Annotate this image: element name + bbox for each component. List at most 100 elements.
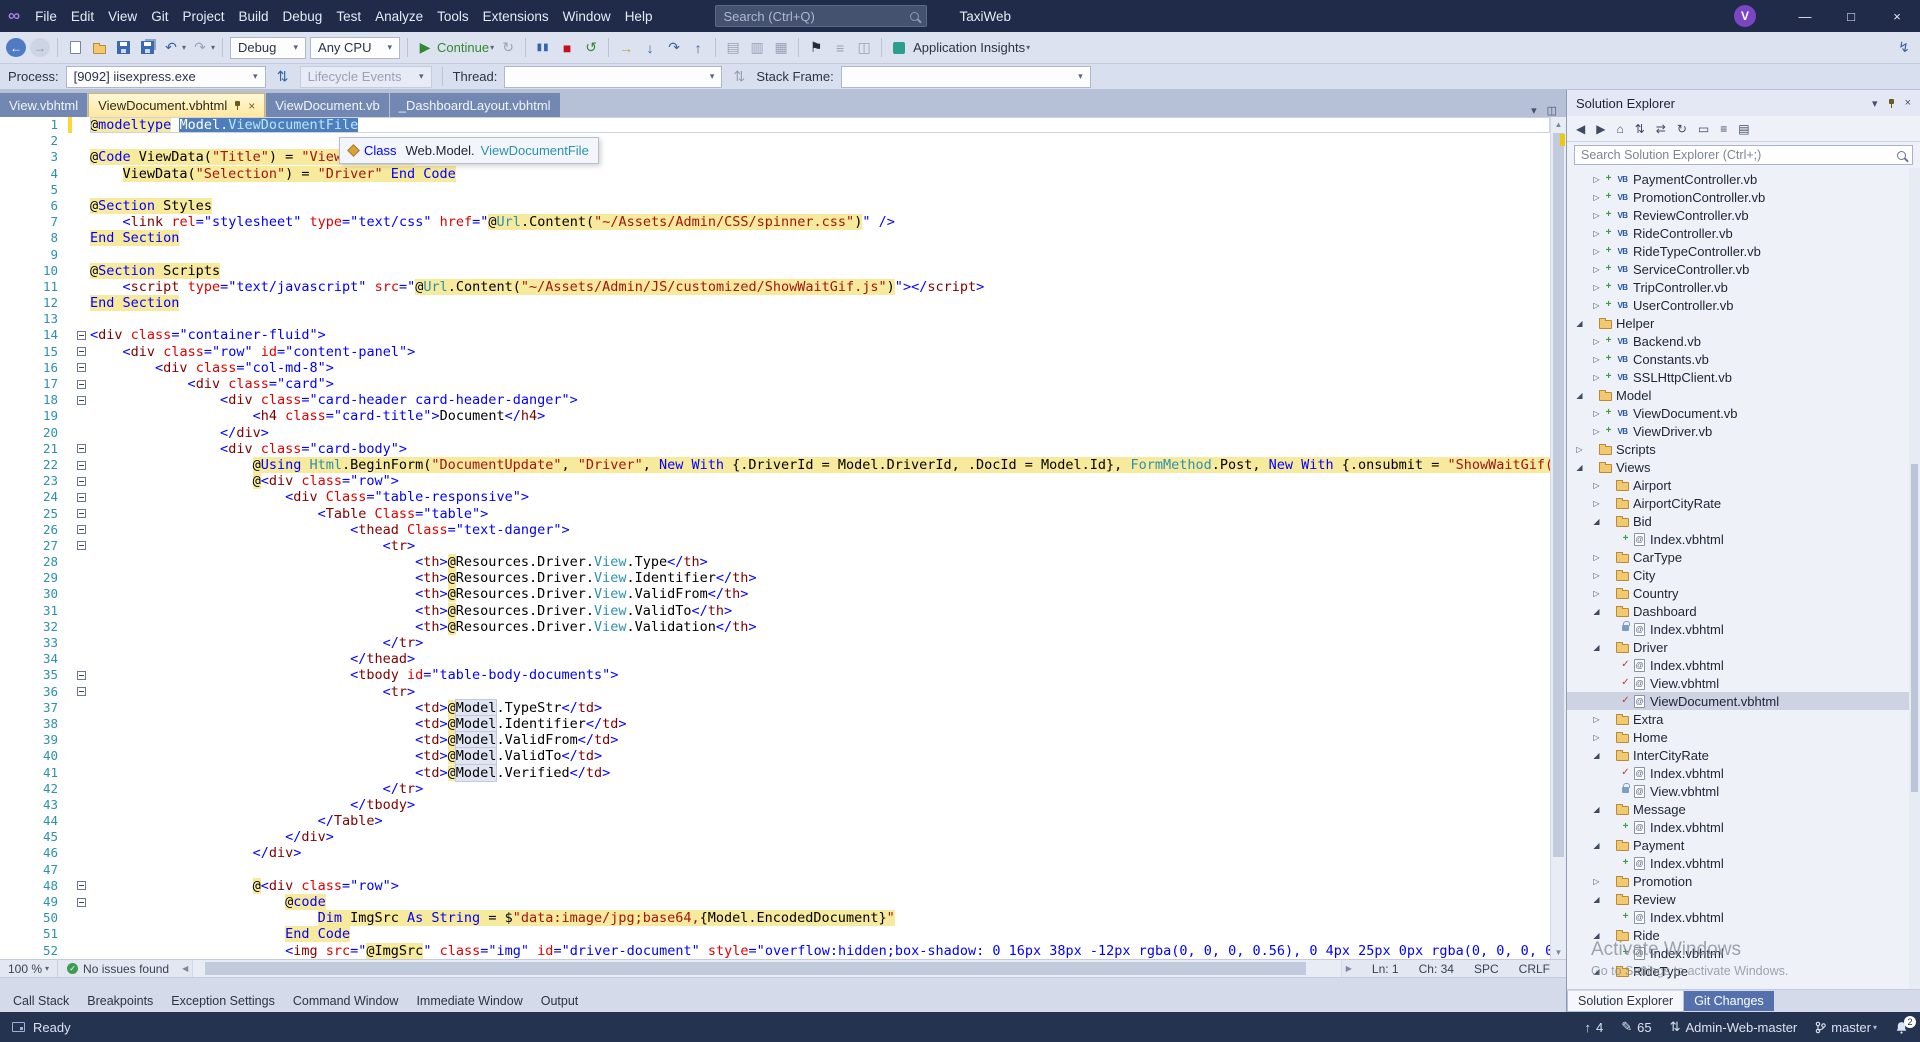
tree-item-paymentcontroller-vb[interactable]: ▷ + VB PaymentController.vb xyxy=(1567,170,1920,188)
breakpoint-margin[interactable] xyxy=(0,489,22,505)
code-line[interactable]: 9 xyxy=(0,247,1550,263)
continue-caret-icon[interactable]: ▾ xyxy=(490,43,494,52)
breakpoint-margin[interactable] xyxy=(0,327,22,343)
code-text[interactable]: <th>@Resources.Driver.View.ValidFrom</th… xyxy=(90,586,1550,603)
line-number[interactable]: 52 xyxy=(22,943,68,959)
code-text[interactable]: End Code xyxy=(90,926,1550,943)
breakpoint-margin[interactable] xyxy=(0,311,22,327)
fold-collapse-icon[interactable] xyxy=(76,476,86,486)
fold-margin[interactable] xyxy=(72,878,90,894)
tree-item-index-vbhtml[interactable]: + @ Index.vbhtml xyxy=(1567,530,1920,548)
tree-item-index-vbhtml[interactable]: + @ Index.vbhtml xyxy=(1567,944,1920,962)
line-number[interactable]: 18 xyxy=(22,392,68,408)
tree-item-promotioncontroller-vb[interactable]: ▷ + VB PromotionController.vb xyxy=(1567,188,1920,206)
code-text[interactable]: <div class="card-header card-header-dang… xyxy=(90,392,1550,408)
code-line[interactable]: 45 </div> xyxy=(0,829,1550,845)
tree-item-constants-vb[interactable]: ▷ + VB Constants.vb xyxy=(1567,350,1920,368)
breakpoint-margin[interactable] xyxy=(0,943,22,959)
code-text[interactable]: </div> xyxy=(90,845,1550,861)
breakpoint-margin[interactable] xyxy=(0,344,22,360)
code-text[interactable] xyxy=(90,311,1550,327)
menu-project[interactable]: Project xyxy=(175,5,231,28)
scroll-up-icon[interactable]: ▲ xyxy=(1551,117,1566,131)
line-number[interactable]: 41 xyxy=(22,765,68,781)
code-text[interactable] xyxy=(90,182,1550,198)
editor-vertical-scrollbar[interactable]: ▲ ▼ xyxy=(1550,117,1566,959)
collapsed-arrow-icon[interactable]: ▷ xyxy=(1590,427,1603,436)
code-text[interactable]: <script type="text/javascript" src="@Url… xyxy=(90,278,1550,295)
code-text[interactable]: <th>@Resources.Driver.View.Validation</t… xyxy=(90,618,1550,635)
breakpoint-margin[interactable] xyxy=(0,133,22,149)
tree-item-payment[interactable]: ◢ Payment xyxy=(1567,836,1920,854)
line-number[interactable]: 40 xyxy=(22,748,68,764)
tree-item-ride[interactable]: ◢ Ride xyxy=(1567,926,1920,944)
fold-margin[interactable] xyxy=(72,473,90,489)
code-line[interactable]: 14 <div class="container-fluid"> xyxy=(0,327,1550,343)
outgoing-commits[interactable]: ↑ 4 xyxy=(1585,1020,1604,1035)
line-number[interactable]: 50 xyxy=(22,910,68,926)
thread-dropdown[interactable]: ▾ xyxy=(504,65,723,88)
code-text[interactable]: <th>@Resources.Driver.View.Type</th> xyxy=(90,554,1550,571)
line-number[interactable]: 47 xyxy=(22,862,68,878)
send-feedback-icon[interactable]: ↯ xyxy=(1894,38,1914,58)
expanded-arrow-icon[interactable]: ◢ xyxy=(1573,391,1586,400)
code-text[interactable]: End Section xyxy=(90,230,1550,247)
line-number[interactable]: 35 xyxy=(22,667,68,683)
expanded-arrow-icon[interactable]: ◢ xyxy=(1590,967,1603,976)
fold-margin[interactable] xyxy=(72,327,90,343)
breakpoint-margin[interactable] xyxy=(0,392,22,408)
breakpoint-margin[interactable] xyxy=(0,716,22,732)
code-line[interactable]: 28 <th>@Resources.Driver.View.Type</th> xyxy=(0,554,1550,571)
tree-item-promotion[interactable]: ▷ Promotion xyxy=(1567,872,1920,890)
line-number[interactable]: 14 xyxy=(22,327,68,343)
code-line[interactable]: 35 <tbody id="table-body-documents"> xyxy=(0,667,1550,683)
tab-viewdocument-vbhtml[interactable]: ViewDocument.vbhtml × xyxy=(88,93,266,117)
code-line[interactable]: 26 <thead Class="text-danger"> xyxy=(0,522,1550,538)
comment-icon[interactable]: ≡ xyxy=(830,38,850,58)
collapsed-arrow-icon[interactable]: ▷ xyxy=(1590,409,1603,418)
se-back-icon[interactable]: ◀ xyxy=(1576,122,1585,136)
collapsed-arrow-icon[interactable]: ▷ xyxy=(1590,715,1603,724)
code-text[interactable]: <td>@Model.ValidTo</td> xyxy=(90,748,1550,765)
code-text[interactable]: <h4 class="card-title">Document</h4> xyxy=(90,408,1550,424)
code-line[interactable]: 40 <td>@Model.ValidTo</td> xyxy=(0,748,1550,765)
tab-viewdocument-vb[interactable]: ViewDocument.vb xyxy=(266,93,389,117)
fold-collapse-icon[interactable] xyxy=(76,460,86,470)
tree-item-index-vbhtml[interactable]: + @ Index.vbhtml xyxy=(1567,818,1920,836)
breakpoint-margin[interactable] xyxy=(0,651,22,667)
collapsed-arrow-icon[interactable]: ▷ xyxy=(1590,373,1603,382)
tree-item-index-vbhtml[interactable]: ✓ @ Index.vbhtml xyxy=(1567,656,1920,674)
fold-collapse-icon[interactable] xyxy=(76,897,86,907)
tree-item-scripts[interactable]: ▷ Scripts xyxy=(1567,440,1920,458)
line-number[interactable]: 11 xyxy=(22,279,68,295)
redo-icon[interactable]: ↷ xyxy=(190,38,210,58)
panel-close-icon[interactable]: × xyxy=(1905,97,1911,109)
fold-collapse-icon[interactable] xyxy=(76,347,86,357)
line-number[interactable]: 30 xyxy=(22,586,68,602)
code-text[interactable]: @Using Html.BeginForm("DocumentUpdate", … xyxy=(90,456,1550,473)
code-text[interactable]: @Section Scripts xyxy=(90,262,1550,279)
tree-item-country[interactable]: ▷ Country xyxy=(1567,584,1920,602)
nav-back-icon[interactable]: ← xyxy=(6,38,26,57)
breakpoint-margin[interactable] xyxy=(0,700,22,716)
line-number[interactable]: 42 xyxy=(22,781,68,797)
code-line[interactable]: 13 xyxy=(0,311,1550,327)
code-line[interactable]: 50 Dim ImgSrc As String = $"data:image/j… xyxy=(0,910,1550,927)
code-text[interactable]: @code xyxy=(90,894,1550,910)
code-line[interactable]: 10 @Section Scripts xyxy=(0,262,1550,279)
pin-icon[interactable] xyxy=(1888,98,1895,109)
breakpoint-margin[interactable] xyxy=(0,845,22,861)
code-line[interactable]: 33 </tr> xyxy=(0,635,1550,651)
background-tasks-icon[interactable] xyxy=(12,1022,25,1032)
code-line[interactable]: 42 </tr> xyxy=(0,781,1550,797)
continue-play-icon[interactable]: ▶ xyxy=(415,38,435,58)
tree-item-dashboard[interactable]: ◢ Dashboard xyxy=(1567,602,1920,620)
line-number[interactable]: 51 xyxy=(22,926,68,942)
tree-item-index-vbhtml[interactable]: + @ Index.vbhtml xyxy=(1567,908,1920,926)
stack-frame-dropdown[interactable]: ▾ xyxy=(840,65,1091,88)
line-number[interactable]: 3 xyxy=(22,149,68,165)
code-text[interactable]: </tbody> xyxy=(90,797,1550,813)
collapsed-arrow-icon[interactable]: ▷ xyxy=(1590,211,1603,220)
breakpoint-margin[interactable] xyxy=(0,295,22,311)
line-number[interactable]: 45 xyxy=(22,829,68,845)
